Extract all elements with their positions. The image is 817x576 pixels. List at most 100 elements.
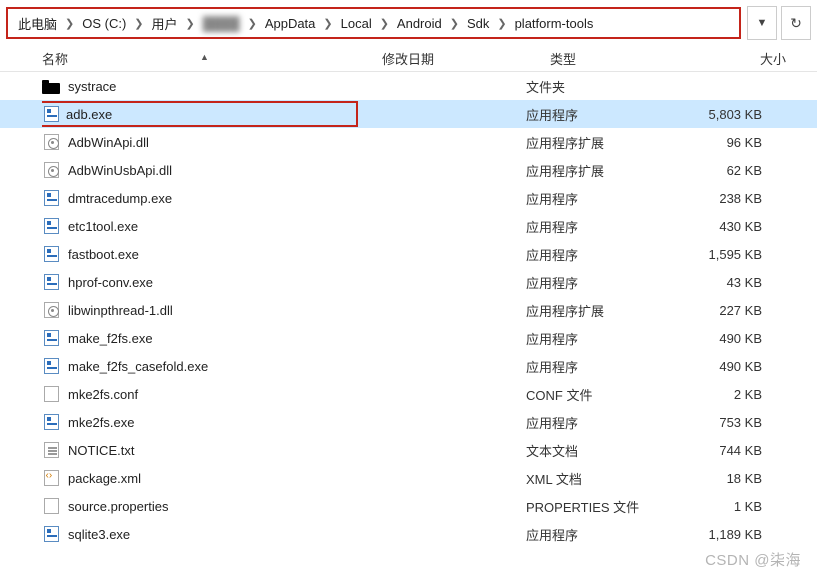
file-row[interactable]: systrace 文件夹 [0,72,817,100]
file-row[interactable]: adb.exe 应用程序5,803 KB [0,100,817,128]
file-icon [42,385,60,403]
file-type: 应用程序 [526,413,682,432]
breadcrumb-item[interactable]: AppData [265,16,316,31]
file-type: 应用程序 [526,357,682,376]
chevron-right-icon: ❯ [380,17,389,30]
file-row[interactable]: sqlite3.exe应用程序1,189 KB [0,520,817,548]
breadcrumb-item[interactable]: platform-tools [515,16,594,31]
file-type: XML 文档 [526,469,682,488]
file-row[interactable]: hprof-conv.exe应用程序43 KB [0,268,817,296]
file-row[interactable]: AdbWinUsbApi.dll 应用程序扩展62 KB [0,156,817,184]
file-size: 490 KB [682,359,762,374]
file-row[interactable]: package.xml XML 文档18 KB [0,464,817,492]
file-name: mke2fs.exe [68,415,358,430]
file-icon [42,497,60,515]
file-row[interactable]: NOTICE.txt 文本文档744 KB [0,436,817,464]
file-list: systrace文件夹adb.exe应用程序5,803 KBAdbWinApi.… [0,72,817,548]
file-name: make_f2fs.exe [68,331,358,346]
file-row[interactable]: libwinpthread-1.dll应用程序扩展227 KB [0,296,817,324]
exe-icon [42,525,60,543]
exe-icon [42,245,60,263]
column-header-name[interactable]: 名称 [42,49,382,68]
breadcrumb-item[interactable]: Sdk [467,16,489,31]
file-type: 应用程序 [526,217,682,236]
file-size: 753 KB [682,415,762,430]
breadcrumb-dropdown[interactable]: ▼ [747,6,777,40]
column-headers: ▲ 名称 修改日期 类型 大小 [0,46,817,72]
dll-icon [42,133,60,151]
file-name: fastboot.exe [68,247,358,262]
file-size: 43 KB [682,275,762,290]
file-size: 744 KB [682,443,762,458]
exe-icon [42,413,60,431]
file-type: 应用程序扩展 [526,133,682,152]
file-row[interactable]: AdbWinApi.dll应用程序扩展96 KB [0,128,817,156]
folder-icon [42,77,60,95]
file-row[interactable]: mke2fs.exe 应用程序753 KB [0,408,817,436]
file-name: NOTICE.txt [68,443,358,458]
chevron-right-icon: ❯ [450,17,459,30]
file-name: AdbWinUsbApi.dll [68,163,358,178]
file-size: 1 KB [682,499,762,514]
file-type: 应用程序 [526,245,682,264]
file-size: 62 KB [682,163,762,178]
column-header-date[interactable]: 修改日期 [382,49,550,68]
file-type: 应用程序 [526,329,682,348]
file-row[interactable]: dmtracedump.exe 应用程序238 KB [0,184,817,212]
file-size: 490 KB [682,331,762,346]
file-type: 应用程序扩展 [526,161,682,180]
breadcrumb[interactable]: 此电脑 ❯ OS (C:) ❯ 用户 ❯ ████ ❯ AppData ❯ Local ❯ Androi… [6,7,741,39]
file-name: adb.exe [66,107,112,122]
txt-icon [42,441,60,459]
file-size: 5,803 KB [682,107,762,122]
file-name: sqlite3.exe [68,527,358,542]
breadcrumb-item[interactable]: 用户 [152,14,178,33]
breadcrumb-item[interactable]: Local [341,16,372,31]
file-size: 2 KB [682,387,762,402]
file-type: PROPERTIES 文件 [526,497,682,516]
file-size: 238 KB [682,191,762,206]
dll-icon [42,301,60,319]
file-row[interactable]: source.properties PROPERTIES 文件1 KB [0,492,817,520]
file-type: 应用程序扩展 [526,301,682,320]
column-header-type[interactable]: 类型 [550,49,706,68]
exe-icon [42,357,60,375]
breadcrumb-item[interactable]: Android [397,16,442,31]
file-size: 227 KB [682,303,762,318]
file-name: etc1tool.exe [68,219,358,234]
exe-icon [42,105,60,123]
file-name: dmtracedump.exe [68,191,358,206]
xml-icon [42,469,60,487]
file-name: systrace [68,79,358,94]
exe-icon [42,329,60,347]
file-type: 应用程序 [526,105,682,124]
file-type: 应用程序 [526,525,682,544]
chevron-right-icon: ❯ [497,17,506,30]
file-row[interactable]: mke2fs.confCONF 文件2 KB [0,380,817,408]
file-name: source.properties [68,499,358,514]
highlighted-file: adb.exe [42,101,358,127]
file-row[interactable]: fastboot.exe应用程序1,595 KB [0,240,817,268]
file-row[interactable]: make_f2fs_casefold.exe 应用程序490 KB [0,352,817,380]
chevron-right-icon: ❯ [65,17,74,30]
file-type: 文本文档 [526,441,682,460]
file-row[interactable]: make_f2fs.exe 应用程序490 KB [0,324,817,352]
file-size: 18 KB [682,471,762,486]
dll-icon [42,161,60,179]
chevron-right-icon: ❯ [134,17,143,30]
file-type: 文件夹 [526,77,682,96]
file-name: hprof-conv.exe [68,275,358,290]
file-type: 应用程序 [526,189,682,208]
file-name: make_f2fs_casefold.exe [68,359,358,374]
column-header-size[interactable]: 大小 [706,49,786,68]
breadcrumb-item[interactable]: ████ [203,16,240,31]
file-row[interactable]: etc1tool.exe应用程序430 KB [0,212,817,240]
file-name: AdbWinApi.dll [68,135,358,150]
chevron-right-icon: ❯ [248,17,257,30]
refresh-button[interactable]: ↻ [781,6,811,40]
file-name: package.xml [68,471,358,486]
file-type: CONF 文件 [526,385,682,404]
breadcrumb-item[interactable]: OS (C:) [82,16,126,31]
exe-icon [42,217,60,235]
breadcrumb-item[interactable]: 此电脑 [18,14,57,33]
